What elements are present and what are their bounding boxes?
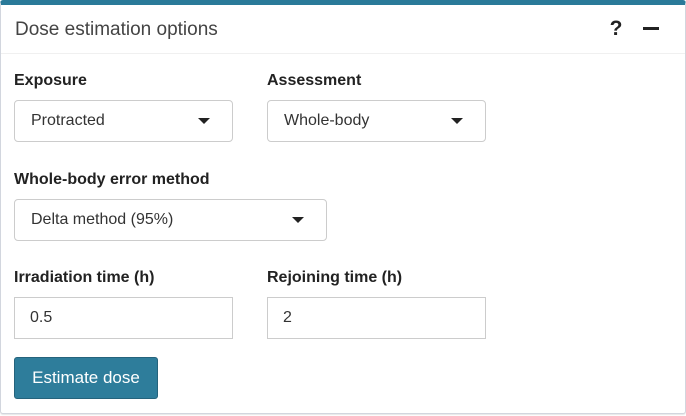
exposure-label: Exposure (14, 72, 87, 89)
error-method-selected-value: Delta method (95%) (31, 211, 174, 228)
rejoining-time-label: Rejoining time (h) (267, 269, 403, 286)
chevron-down-icon (198, 118, 210, 124)
estimate-dose-button[interactable]: Estimate dose (14, 357, 158, 399)
panel-header: Dose estimation options ? (1, 5, 685, 54)
help-icon[interactable]: ? (607, 17, 625, 41)
assessment-label: Assessment (267, 72, 362, 89)
assessment-selected-value: Whole-body (284, 112, 370, 129)
error-method-select[interactable]: Delta method (95%) (14, 199, 327, 241)
error-method-label: Whole-body error method (14, 171, 210, 188)
panel-title: Dose estimation options (15, 19, 218, 40)
rejoining-time-input[interactable] (267, 297, 486, 339)
exposure-selected-value: Protracted (31, 112, 105, 129)
chevron-down-icon (451, 118, 463, 124)
irradiation-time-label: Irradiation time (h) (14, 269, 155, 286)
collapse-icon[interactable] (643, 27, 659, 30)
assessment-select[interactable]: Whole-body (267, 100, 486, 142)
chevron-down-icon (292, 217, 304, 223)
irradiation-time-input[interactable] (14, 297, 233, 339)
exposure-select[interactable]: Protracted (14, 100, 233, 142)
